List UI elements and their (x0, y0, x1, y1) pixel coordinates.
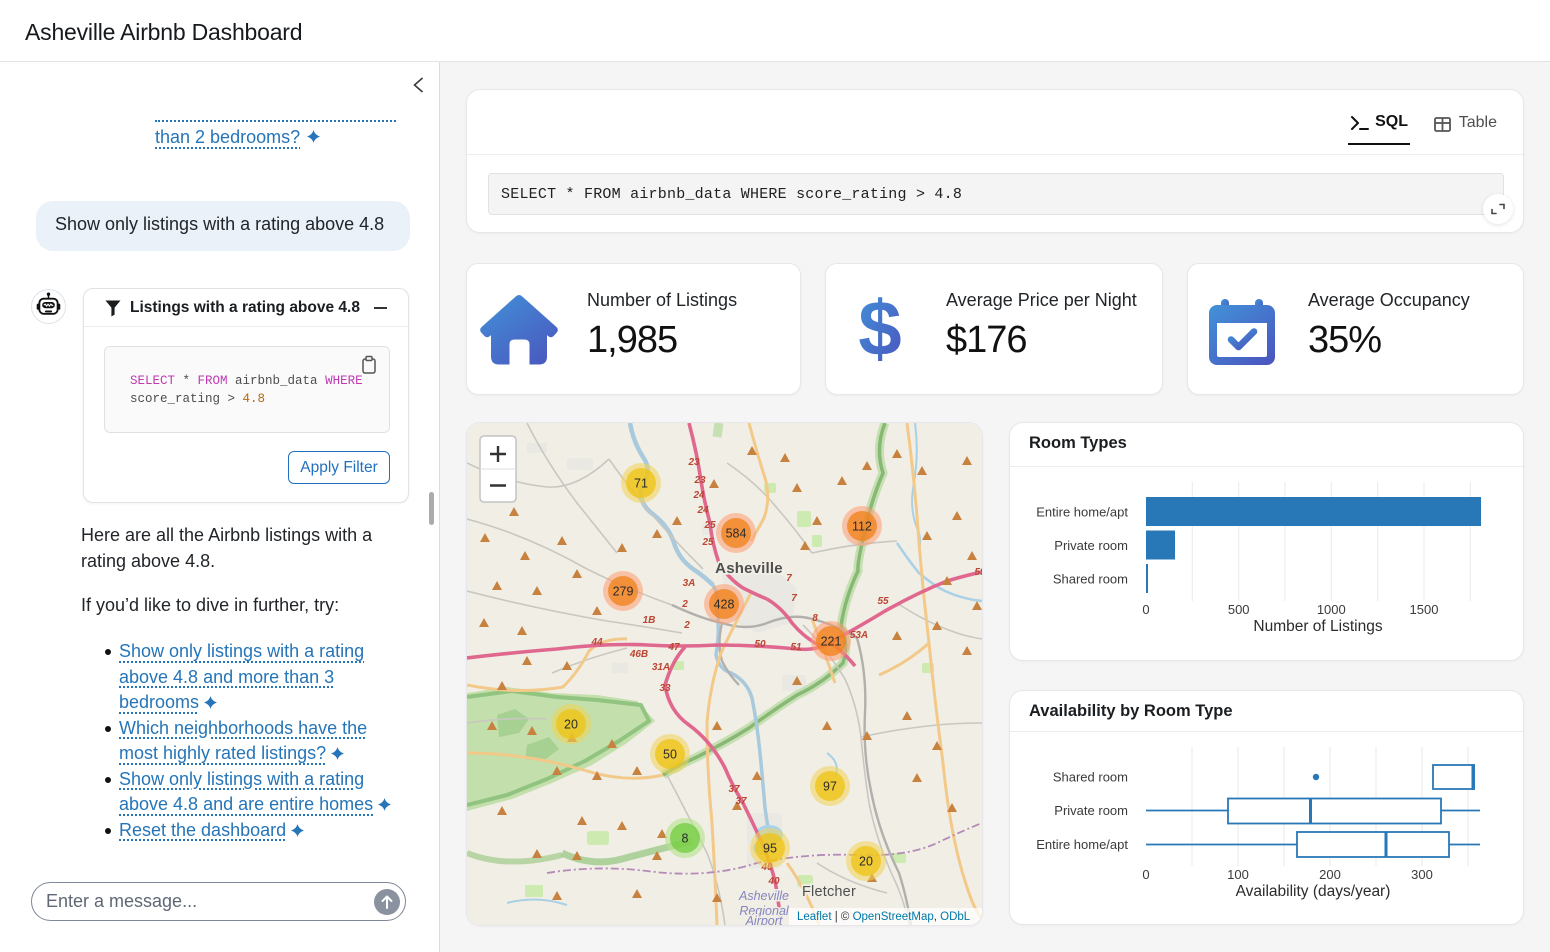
svg-text:200: 200 (1319, 867, 1341, 882)
svg-text:221: 221 (821, 635, 842, 649)
svg-text:Availability (days/year): Availability (days/year) (1236, 883, 1391, 900)
svg-text:112: 112 (852, 520, 872, 534)
svg-text:47: 47 (667, 642, 680, 653)
svg-text:20: 20 (859, 855, 873, 869)
svg-text:8: 8 (682, 832, 689, 846)
svg-text:Entire home/apt: Entire home/apt (1036, 837, 1128, 852)
svg-text:23: 23 (693, 475, 706, 486)
svg-text:Fletcher: Fletcher (802, 884, 856, 900)
svg-text:25: 25 (703, 520, 716, 531)
svg-text:Shared room: Shared room (1053, 572, 1128, 587)
svg-text:24: 24 (692, 490, 705, 501)
svg-text:Leaflet | © OpenStreetMap, ODb: Leaflet | © OpenStreetMap, ODbL (797, 911, 971, 923)
svg-text:Asheville: Asheville (715, 560, 783, 577)
svg-text:53A: 53A (850, 630, 868, 641)
svg-text:Private room: Private room (1054, 803, 1128, 818)
svg-text:300: 300 (1411, 867, 1433, 882)
svg-text:95: 95 (763, 842, 777, 856)
svg-text:1000: 1000 (1317, 602, 1346, 617)
svg-text:7: 7 (791, 593, 797, 604)
svg-text:Private room: Private room (1054, 538, 1128, 553)
svg-text:Airport: Airport (745, 914, 783, 925)
svg-text:33: 33 (659, 683, 671, 694)
svg-text:24: 24 (696, 505, 709, 516)
svg-text:0: 0 (1142, 602, 1149, 617)
svg-text:23: 23 (687, 457, 700, 468)
svg-text:20: 20 (564, 718, 578, 732)
svg-text:55: 55 (877, 596, 889, 607)
svg-text:$: $ (858, 293, 901, 369)
svg-text:1B: 1B (643, 615, 656, 626)
svg-text:25: 25 (701, 537, 714, 548)
svg-text:2: 2 (683, 620, 690, 631)
svg-text:51: 51 (790, 642, 802, 653)
svg-text:40: 40 (767, 876, 780, 887)
svg-text:584: 584 (726, 527, 747, 541)
svg-text:37: 37 (728, 784, 740, 795)
svg-text:59: 59 (974, 567, 982, 578)
svg-text:50: 50 (754, 639, 766, 650)
svg-text:Asheville: Asheville (738, 889, 789, 903)
svg-text:500: 500 (1228, 602, 1250, 617)
svg-text:50: 50 (663, 748, 677, 762)
svg-text:71: 71 (634, 477, 648, 491)
svg-text:279: 279 (613, 585, 634, 599)
svg-text:8: 8 (812, 613, 818, 624)
svg-text:44: 44 (590, 637, 603, 648)
svg-text:7: 7 (786, 573, 792, 584)
svg-text:2: 2 (681, 599, 688, 610)
svg-text:97: 97 (823, 780, 837, 794)
svg-text:3A: 3A (683, 578, 696, 589)
svg-text:Number of Listings: Number of Listings (1253, 618, 1382, 635)
svg-text:1500: 1500 (1410, 602, 1439, 617)
svg-text:0: 0 (1142, 867, 1149, 882)
svg-text:Shared room: Shared room (1053, 770, 1128, 785)
svg-text:46B: 46B (629, 649, 648, 660)
svg-text:100: 100 (1227, 867, 1249, 882)
svg-text:37: 37 (735, 796, 747, 807)
svg-text:31A: 31A (652, 662, 670, 673)
svg-text:Entire home/apt: Entire home/apt (1036, 505, 1128, 520)
svg-text:428: 428 (714, 598, 735, 612)
